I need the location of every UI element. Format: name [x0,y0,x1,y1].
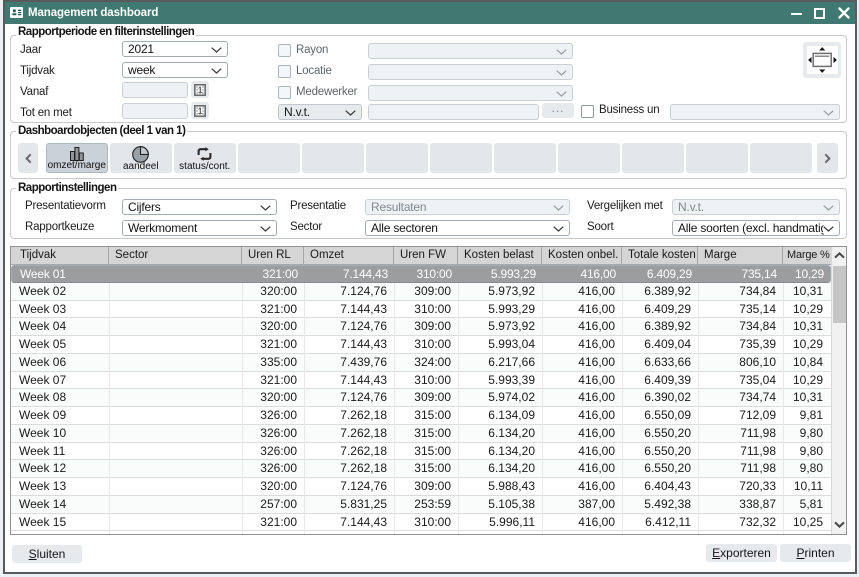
svg-text:1: 1 [198,106,203,116]
svg-text:1: 1 [198,85,203,95]
